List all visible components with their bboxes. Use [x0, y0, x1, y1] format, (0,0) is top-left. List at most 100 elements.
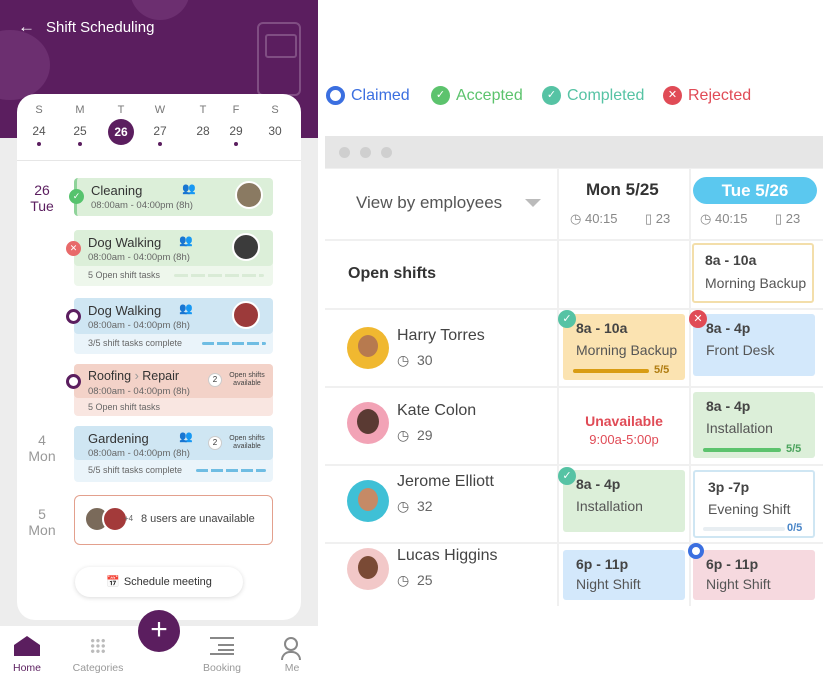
- task-dog-walking-2[interactable]: Dog Walking 08:00am - 04:00pm (8h) 👥 3/5…: [66, 298, 273, 354]
- unavailable-users[interactable]: +4 8 users are unavailable: [74, 495, 273, 545]
- phone-illustration-icon: [257, 22, 301, 96]
- employee-harry-torres[interactable]: Harry Torres ◷ 30: [325, 310, 557, 386]
- date-label-5: 5 Mon: [28, 506, 56, 538]
- rejected-icon: ✕: [663, 86, 682, 105]
- task-gardening[interactable]: Gardening 08:00am - 04:00pm (8h) 👥 2 Ope…: [74, 426, 273, 482]
- nav-home[interactable]: Home: [0, 636, 57, 674]
- employee-jerome-elliott[interactable]: Jerome Elliott ◷ 32: [325, 466, 557, 542]
- day-sat-30[interactable]: S 30: [262, 104, 288, 138]
- nav-me[interactable]: Me: [262, 637, 318, 674]
- chevron-down-icon: [525, 199, 541, 207]
- grid-icon: [90, 638, 106, 654]
- clock-icon: ◷: [570, 211, 582, 226]
- shift-card[interactable]: 8a - 10a Morning Backup 5/5: [563, 314, 685, 380]
- shift-card[interactable]: 6p - 11p Night Shift: [563, 550, 685, 600]
- shift-card[interactable]: 8a - 4p Installation 5/5: [693, 392, 815, 458]
- open-shift-mon-empty: [559, 241, 689, 308]
- mobile-app: ← Shift Scheduling S 24 M 25 T 26 W 27 T 28 F…: [0, 0, 318, 685]
- claimed-icon: [66, 309, 81, 324]
- user-icon: [284, 637, 298, 651]
- day-tue-26-selected[interactable]: T 26: [108, 104, 134, 145]
- clock-icon: ◷: [397, 572, 410, 588]
- open-shifts-label: Open shifts available: [229, 435, 265, 450]
- completed-icon: ✓: [558, 467, 576, 485]
- avatar: [347, 480, 389, 522]
- page-title: Shift Scheduling: [46, 19, 155, 36]
- chevron-right-icon: ›: [134, 369, 139, 383]
- clock-icon: ◷: [397, 352, 410, 368]
- group-icon: 👥: [179, 303, 193, 315]
- group-icon: 👥: [179, 431, 193, 443]
- scheduler-window: View by employees Mon 5/25 ◷ 40:15 ▯ 23 …: [325, 136, 823, 606]
- shift-card[interactable]: 6p - 11p Night Shift: [693, 550, 815, 600]
- open-shifts-label: Open shifts available: [229, 372, 265, 387]
- nav-booking[interactable]: Booking: [192, 637, 252, 674]
- more-count: +4: [124, 514, 134, 523]
- accepted-icon: ✓: [431, 86, 450, 105]
- avatar: [347, 402, 389, 444]
- back-arrow-icon[interactable]: ←: [18, 17, 35, 37]
- unavailable-text: 8 users are unavailable: [141, 513, 255, 525]
- rejected-icon: ✕: [689, 310, 707, 328]
- task-roofing-repair[interactable]: Roofing › Repair 08:00am - 04:00pm (8h) …: [66, 364, 273, 416]
- list-icon: [210, 637, 234, 655]
- claimed-icon: [66, 374, 81, 389]
- avatar: [347, 548, 389, 590]
- jerome-mon-cell: 8a - 4p Installation ✓: [558, 466, 689, 542]
- window-titlebar: [325, 136, 823, 168]
- harry-mon-cell: 8a - 10a Morning Backup 5/5 ✓: [558, 310, 689, 386]
- harry-tue-cell: 8a - 4p Front Desk ✕: [689, 310, 823, 386]
- column-tue[interactable]: Tue 5/26 ◷ 40:15 ▯ 23: [691, 169, 823, 239]
- view-select[interactable]: View by employees: [325, 169, 557, 239]
- home-icon: [14, 636, 40, 656]
- clock-icon: ◷: [397, 498, 410, 514]
- open-count-badge: 2: [208, 436, 222, 450]
- lucas-mon-cell: 6p - 11p Night Shift: [559, 544, 689, 606]
- date-label-4: 4 Mon: [28, 432, 56, 464]
- completed-icon: ✓: [558, 310, 576, 328]
- rejected-icon: ✕: [66, 241, 81, 256]
- lucas-tue-cell: 6p - 11p Night Shift: [688, 543, 823, 606]
- jerome-tue-cell: 3p -7p Evening Shift 0/5: [691, 466, 823, 542]
- day-fri-29[interactable]: F 29: [223, 104, 249, 146]
- column-mon[interactable]: Mon 5/25 ◷ 40:15 ▯ 23: [559, 169, 689, 239]
- day-wed-27[interactable]: W 27: [147, 104, 173, 146]
- day-mon-25[interactable]: M 25: [67, 104, 93, 146]
- kate-tue-cell: 8a - 4p Installation 5/5: [691, 388, 823, 464]
- group-icon: 👥: [182, 183, 196, 195]
- open-shift-tue-cell: 8a - 10a Morning Backup: [691, 241, 823, 308]
- open-shift-card[interactable]: 8a - 10a Morning Backup: [692, 243, 814, 303]
- kate-mon-cell: Unavailable 9:00a-5:00p: [559, 388, 689, 464]
- employee-lucas-higgins[interactable]: Lucas Higgins ◷ 25: [325, 544, 557, 606]
- panel-icon: ▯: [775, 211, 783, 226]
- clock-icon: ◷: [397, 427, 410, 443]
- schedule-meeting-button[interactable]: 📅 Schedule meeting: [75, 567, 243, 597]
- nav-categories[interactable]: Categories: [68, 638, 128, 674]
- legend-completed: ✓ Completed: [542, 86, 644, 105]
- schedule-card: S 24 M 25 T 26 W 27 T 28 F 29 S 30 26 Tue 4 Mon 5…: [17, 94, 301, 620]
- claimed-icon: [326, 86, 345, 105]
- legend-rejected: ✕ Rejected: [663, 86, 751, 105]
- clock-icon: ◷: [700, 211, 712, 226]
- legend-accepted: ✓ Accepted: [431, 86, 523, 105]
- legend-claimed: Claimed: [326, 86, 410, 105]
- shift-card[interactable]: 3p -7p Evening Shift 0/5: [693, 470, 815, 538]
- panel-icon: ▯: [645, 211, 653, 226]
- avatar: [232, 233, 260, 261]
- open-shifts-row-label: Open shifts: [325, 241, 557, 308]
- completed-icon: ✓: [69, 189, 84, 204]
- shift-card[interactable]: 8a - 4p Front Desk: [693, 314, 815, 376]
- task-dog-walking-1[interactable]: ✕ Dog Walking 08:00am - 04:00pm (8h) 👥 5…: [66, 230, 273, 286]
- employee-kate-colon[interactable]: Kate Colon ◷ 29: [325, 388, 557, 464]
- shift-card[interactable]: 8a - 4p Installation: [563, 470, 685, 532]
- add-button[interactable]: +: [138, 610, 180, 652]
- calendar-icon: 📅: [106, 576, 120, 588]
- completed-icon: ✓: [542, 86, 561, 105]
- claimed-icon: [688, 543, 704, 559]
- date-label-26: 26 Tue: [30, 182, 54, 214]
- open-count-badge: 2: [208, 373, 222, 387]
- task-cleaning[interactable]: ✓ Cleaning 08:00am - 04:00pm (8h) 👥: [69, 178, 273, 216]
- day-sun-24[interactable]: S 24: [26, 104, 52, 146]
- day-thu-28[interactable]: T 28: [190, 104, 216, 138]
- avatar: [232, 301, 260, 329]
